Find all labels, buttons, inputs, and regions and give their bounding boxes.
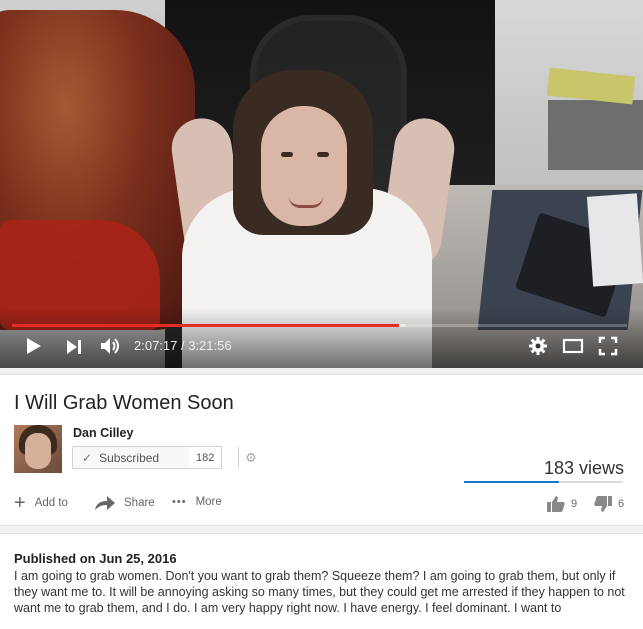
subscribed-button[interactable]: ✓ Subscribed ⚙ bbox=[72, 446, 257, 469]
share-arrow-icon bbox=[95, 496, 115, 510]
more-button[interactable]: ••• More bbox=[172, 496, 222, 508]
dislike-button[interactable]: 6 bbox=[594, 496, 624, 512]
fullscreen-icon bbox=[598, 336, 618, 356]
subscriber-count: 182 bbox=[189, 446, 223, 469]
next-icon bbox=[67, 340, 81, 354]
thumbs-up-icon bbox=[547, 496, 565, 512]
like-button[interactable]: 9 bbox=[547, 496, 577, 512]
more-label: More bbox=[195, 496, 222, 508]
time-display: 2:07:17 / 3:21:56 bbox=[134, 338, 232, 353]
channel-avatar[interactable] bbox=[14, 425, 62, 473]
progress-bar[interactable] bbox=[12, 324, 627, 327]
share-label: Share bbox=[124, 497, 155, 509]
next-button[interactable] bbox=[66, 339, 82, 355]
more-dots-icon: ••• bbox=[172, 496, 187, 508]
settings-button[interactable] bbox=[528, 336, 548, 356]
publish-date: Published on Jun 25, 2016 bbox=[14, 551, 177, 566]
time-separator: / bbox=[177, 338, 189, 353]
volume-button[interactable] bbox=[100, 336, 122, 356]
share-button[interactable]: Share bbox=[95, 496, 155, 510]
sentiment-bar bbox=[464, 481, 623, 483]
gear-icon bbox=[529, 337, 547, 355]
subscribed-label: Subscribed bbox=[99, 450, 160, 465]
dislike-count: 6 bbox=[618, 498, 625, 510]
theater-mode-button[interactable] bbox=[562, 338, 584, 354]
plus-icon: + bbox=[14, 492, 26, 514]
video-info-card: I Will Grab Women Soon Dan Cilley ✓ Subs… bbox=[0, 374, 643, 526]
play-icon bbox=[27, 338, 41, 354]
add-to-button[interactable]: + Add to bbox=[14, 492, 68, 514]
duration: 3:21:56 bbox=[188, 338, 232, 353]
description-card: Published on Jun 25, 2016 I am going to … bbox=[0, 533, 643, 629]
view-count: 183 views bbox=[543, 458, 624, 478]
thumbs-down-icon bbox=[594, 496, 612, 512]
channel-name[interactable]: Dan Cilley bbox=[73, 426, 133, 440]
current-time: 2:07:17 bbox=[134, 338, 178, 353]
play-button[interactable] bbox=[26, 337, 42, 355]
description-text: I am going to grab women. Don't you want… bbox=[14, 569, 625, 615]
progress-played bbox=[12, 324, 400, 327]
like-count: 9 bbox=[571, 498, 578, 510]
notification-settings-icon[interactable]: ⚙ bbox=[238, 447, 263, 468]
video-player[interactable]: 2:07:17 / 3:21:56 bbox=[0, 0, 643, 368]
add-to-label: Add to bbox=[34, 497, 68, 509]
volume-icon bbox=[101, 338, 119, 354]
video-title: I Will Grab Women Soon bbox=[14, 392, 234, 414]
sentiment-bar-fill bbox=[464, 481, 560, 483]
check-icon: ✓ bbox=[82, 450, 93, 465]
theater-mode-icon bbox=[562, 338, 584, 354]
fullscreen-button[interactable] bbox=[598, 336, 618, 356]
